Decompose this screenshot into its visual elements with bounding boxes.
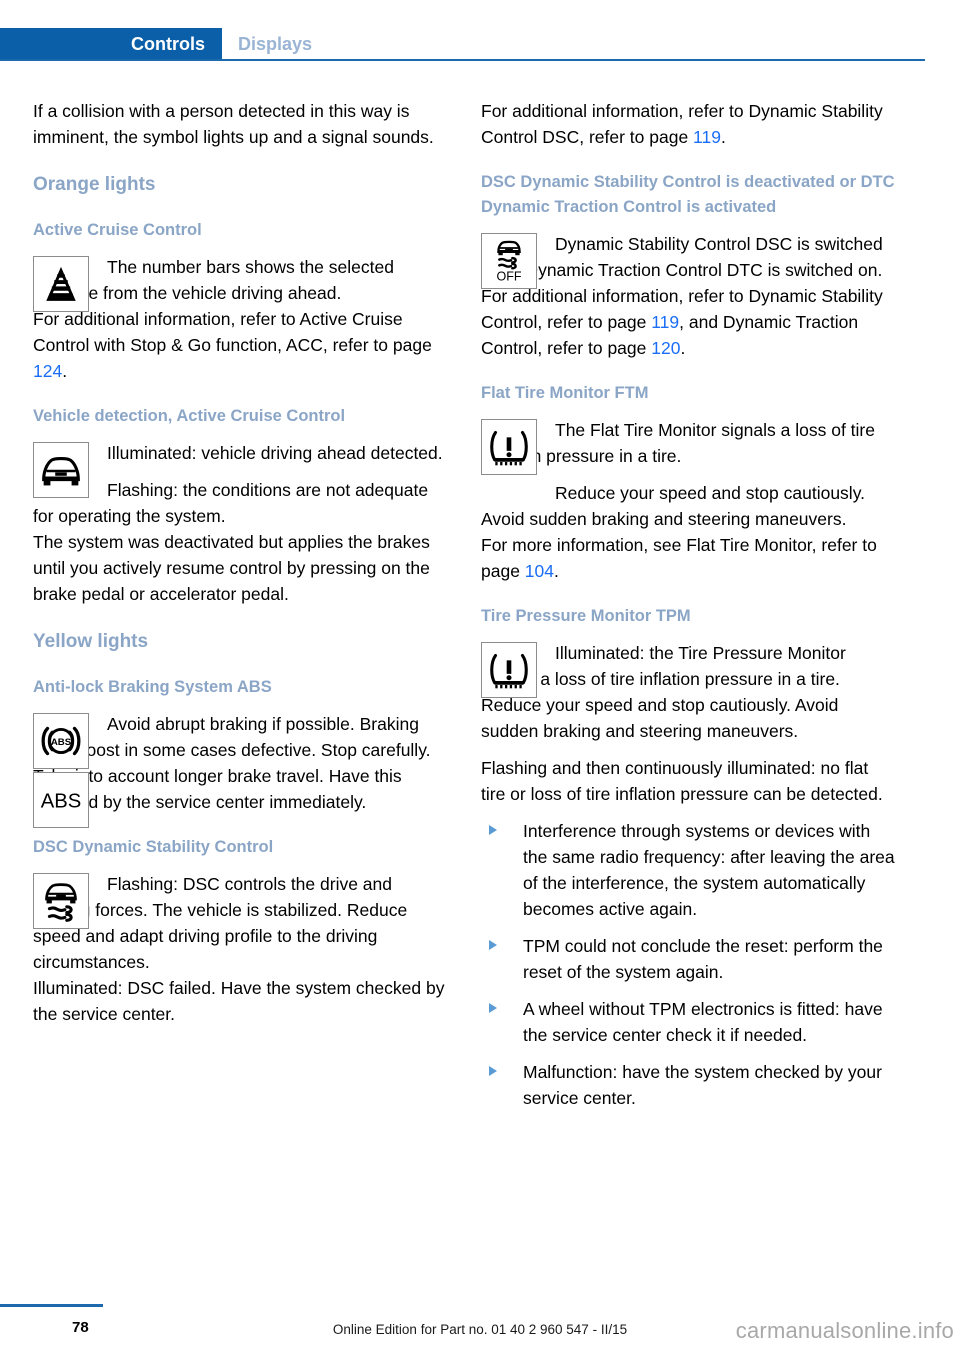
abs-description: Avoid abrupt braking if possible. Brakin…	[33, 714, 431, 812]
ftm-icon-block: The Flat Tire Monitor signals a loss of …	[481, 417, 897, 532]
dsc-off-reference-suffix: .	[680, 338, 686, 358]
triangle-bullet-icon	[489, 825, 497, 835]
dsc-body: Flashing: DSC controls the drive and bra…	[33, 871, 449, 975]
dsc-off-icon-group: OFF	[481, 233, 539, 292]
dsc-skid-icon	[33, 873, 89, 929]
abs-text-icon: ABS	[33, 772, 89, 828]
right-column: For additional information, refer to Dyn…	[481, 98, 897, 1122]
vehicle-detection-icon-group	[33, 442, 91, 501]
acc-reference: For additional information, refer to Act…	[33, 306, 449, 384]
vehicle-detection-note: The system was deactivated but applies t…	[33, 532, 430, 604]
acc-icon-group	[33, 256, 91, 315]
heading-orange-lights: Orange lights	[33, 174, 156, 195]
acc-description: The number bars shows the selected dista…	[33, 257, 394, 303]
svg-text:ABS: ABS	[51, 737, 72, 748]
acc-reference-prefix: For additional information, refer to Act…	[33, 309, 432, 355]
list-item-label: Malfunction: have the system checked by …	[523, 1062, 882, 1108]
distance-bars-icon	[33, 256, 89, 312]
abs-icon-block: ABS ABS Avoid abrupt braking if possible…	[33, 711, 449, 828]
ftm-reference-suffix: .	[554, 561, 559, 581]
vehicle-detection-flashing: Flashing: the conditions are not adequat…	[33, 480, 429, 526]
heading-abs: Anti-lock Braking System ABS	[33, 678, 272, 696]
svg-text:OFF: OFF	[496, 269, 521, 283]
abs-icon-group: ABS ABS	[33, 713, 91, 831]
heading-tire-pressure-monitor: Tire Pressure Monitor TPM	[481, 607, 691, 625]
abs-ring-icon: ABS	[33, 713, 89, 769]
tab-controls[interactable]: Controls	[0, 28, 222, 60]
tpm-icon-group	[481, 642, 539, 701]
watermark: carmanualsonline.info	[735, 1318, 954, 1343]
acc-body: The number bars shows the selected dista…	[33, 254, 449, 306]
heading-dsc-off: DSC Dynamic Stability Control is deactiv…	[481, 173, 895, 216]
tpm-bullet-list: Interference through systems or devices …	[481, 818, 897, 1111]
dsc-icon-block: Flashing: DSC controls the drive and bra…	[33, 871, 449, 975]
ftm-reduce: Reduce your speed and stop cautiously. A…	[481, 483, 866, 529]
dsc-off-icon-block: OFF Dynamic Stability Control DSC is swi…	[481, 231, 897, 289]
ftm-page-link[interactable]: 104	[525, 561, 554, 581]
heading-flat-tire-monitor: Flat Tire Monitor FTM	[481, 384, 649, 402]
dsc-page-link[interactable]: 119	[693, 127, 721, 147]
dsc-off-body: Dynamic Stability Control DSC is switche…	[481, 231, 897, 283]
intro-paragraph: If a collision with a person detected in…	[33, 101, 434, 147]
tpm-icon-block: Illuminated: the Tire Pressure Monitor s…	[481, 640, 897, 698]
tpm-reduce: Reduce your speed and stop cautiously. A…	[481, 695, 839, 741]
dsc-flashing: Flashing: DSC controls the drive and bra…	[33, 874, 408, 972]
tpm-body: Illuminated: the Tire Pressure Monitor s…	[481, 640, 897, 692]
triangle-bullet-icon	[489, 1003, 497, 1013]
dsc-illuminated: Illuminated: DSC failed. Have the system…	[33, 978, 445, 1024]
dsc-reference-prefix: For additional information, refer to Dyn…	[481, 101, 883, 147]
dsc-off-page-link-2[interactable]: 120	[651, 338, 680, 358]
acc-icon-block: The number bars shows the selected dista…	[33, 254, 449, 312]
ftm-reference: For more information, see Flat Tire Moni…	[481, 532, 897, 584]
tire-pressure-warning-icon	[481, 419, 537, 475]
dsc-reference: For additional information, refer to Dyn…	[481, 98, 897, 150]
list-item: Malfunction: have the system checked by …	[481, 1059, 897, 1111]
acc-page-link[interactable]: 124	[33, 361, 62, 381]
tab-displays[interactable]: Displays	[238, 28, 312, 60]
vehicle-detection-icon-block: Illuminated: vehicle driving ahead detec…	[33, 440, 449, 529]
page-header: Controls Displays	[0, 28, 960, 60]
footer-divider	[0, 1304, 103, 1307]
list-item: A wheel without TPM electronics is fitte…	[481, 996, 897, 1048]
car-front-icon	[33, 442, 89, 498]
dsc-off-description: Dynamic Stability Control DSC is switche…	[481, 234, 883, 280]
dsc-off-page-link-1[interactable]: 119	[651, 312, 679, 332]
tpm-flashing: Flashing and then continuously illuminat…	[481, 758, 883, 804]
heading-dsc: DSC Dynamic Stability Control	[33, 838, 274, 856]
heading-vehicle-detection: Vehicle detection, Active Cruise Control	[33, 407, 346, 425]
list-item: TPM could not conclude the reset: perfor…	[481, 933, 897, 985]
header-divider	[0, 59, 925, 61]
list-item-label: A wheel without TPM electronics is fitte…	[523, 999, 883, 1045]
dsc-off-icon: OFF	[481, 233, 537, 289]
dsc-icon-group	[33, 873, 91, 932]
tpm-illuminated: Illuminated: the Tire Pressure Monitor s…	[481, 643, 846, 689]
tire-pressure-warning-icon	[481, 642, 537, 698]
dsc-reference-suffix: .	[720, 127, 726, 147]
vehicle-detection-illuminated: Illuminated: vehicle driving ahead detec…	[107, 443, 443, 463]
left-column: If a collision with a person detected in…	[33, 98, 449, 1027]
abs-body: Avoid abrupt braking if possible. Brakin…	[33, 711, 449, 815]
list-item-label: Interference through systems or devices …	[523, 821, 895, 919]
list-item-label: TPM could not conclude the reset: perfor…	[523, 936, 883, 982]
ftm-body: The Flat Tire Monitor signals a loss of …	[481, 417, 897, 532]
acc-reference-suffix: .	[62, 361, 68, 381]
heading-active-cruise-control: Active Cruise Control	[33, 221, 202, 239]
triangle-bullet-icon	[489, 1066, 497, 1076]
heading-yellow-lights: Yellow lights	[33, 631, 149, 652]
ftm-description: The Flat Tire Monitor signals a loss of …	[481, 420, 875, 466]
vehicle-detection-body: Illuminated: vehicle driving ahead detec…	[33, 440, 449, 529]
triangle-bullet-icon	[489, 940, 497, 950]
svg-text:ABS: ABS	[41, 791, 82, 813]
list-item: Interference through systems or devices …	[481, 818, 897, 922]
ftm-icon-group	[481, 419, 539, 478]
dsc-off-reference: For additional information, refer to Dyn…	[481, 283, 897, 361]
